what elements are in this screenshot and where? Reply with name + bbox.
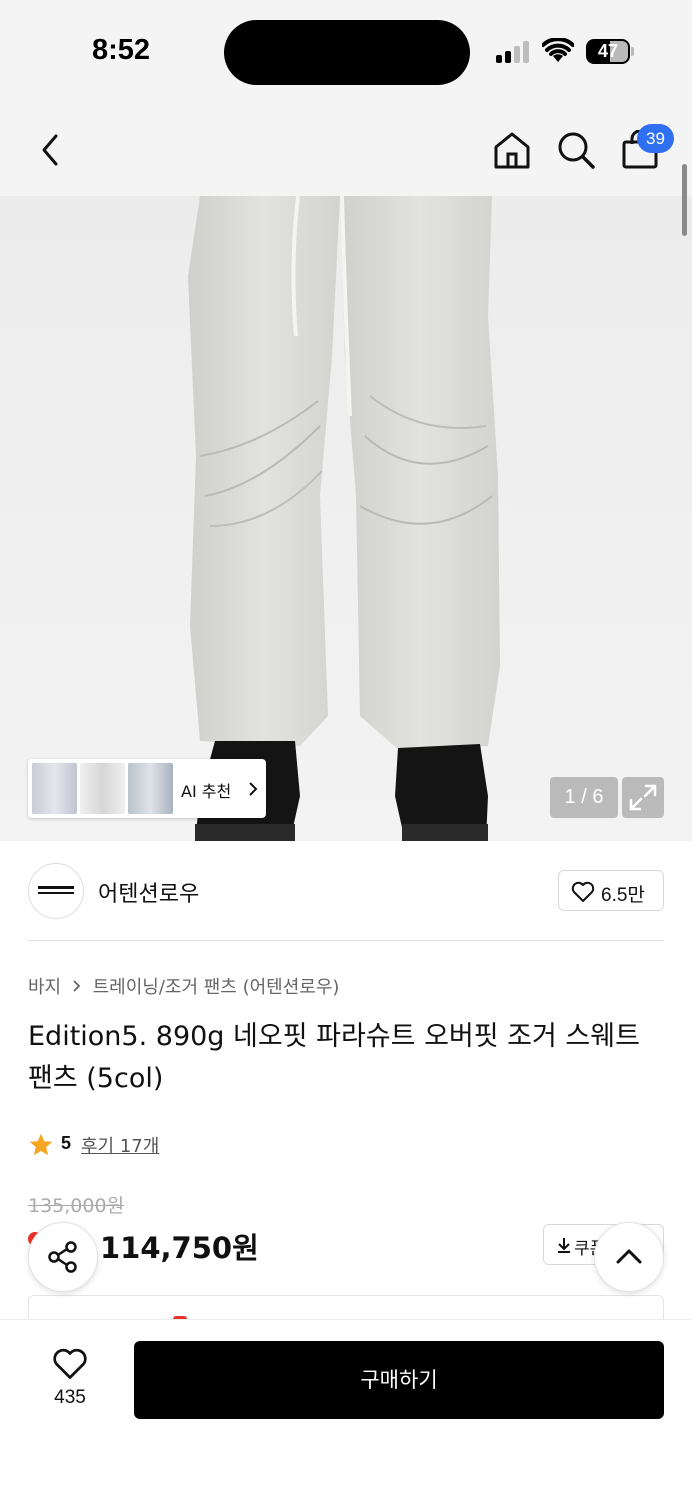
original-price: 135,000원 — [28, 1195, 125, 1217]
wifi-icon — [542, 38, 574, 62]
product-image-gallery[interactable] — [0, 196, 692, 841]
divider — [28, 940, 664, 941]
brand-name[interactable]: 어텐션로우 — [98, 876, 199, 908]
wishlist-count: 435 — [54, 1387, 86, 1408]
reviews-link[interactable]: 후기 17개 — [81, 1132, 159, 1158]
rating-score: 5 — [61, 1133, 72, 1153]
brand-like-button[interactable]: 6.5만 — [558, 870, 664, 911]
thumbnail-3[interactable] — [128, 763, 173, 814]
chevron-right-icon — [73, 980, 81, 992]
buy-button[interactable]: 구매하기 — [134, 1341, 664, 1419]
chevron-right-icon — [249, 782, 258, 796]
scroll-to-top-button[interactable] — [594, 1222, 664, 1292]
product-title: Edition5. 890g 네오핏 파라슈트 오버핏 조거 스웨트 팬츠 (5… — [28, 1021, 640, 1094]
star-icon — [29, 1133, 53, 1156]
sale-price: 114,750원 — [100, 1231, 259, 1265]
thumbnail-2[interactable] — [80, 763, 125, 814]
battery-level: 47 — [597, 41, 619, 61]
status-bar: 8:52 47 — [0, 0, 692, 100]
breadcrumb-item-subcategory[interactable]: 트레이닝/조거 팬츠 (어텐션로우) — [93, 977, 340, 998]
chevron-up-icon — [616, 1249, 642, 1264]
breadcrumb: 바지 트레이닝/조거 팬츠 (어텐션로우) — [28, 973, 339, 999]
brand-like-count: 6.5만 — [601, 885, 645, 906]
wishlist-button[interactable]: 435 — [40, 1345, 100, 1415]
share-button[interactable] — [28, 1222, 98, 1292]
brand-logo-mark — [38, 886, 74, 894]
heart-icon — [571, 881, 595, 902]
heart-icon — [53, 1348, 87, 1379]
cellular-signal-icon — [496, 41, 532, 63]
brand-logo[interactable] — [28, 863, 84, 919]
battery-icon: 47 — [586, 39, 630, 64]
home-icon[interactable] — [492, 130, 532, 170]
status-time: 8:52 — [92, 34, 151, 66]
cart-count-badge: 39 — [637, 124, 674, 153]
dynamic-island — [224, 20, 470, 85]
page-scrollbar[interactable] — [682, 164, 687, 236]
chevron-left-icon[interactable] — [36, 132, 64, 168]
ai-recommend-label: AI 추천 — [181, 782, 232, 801]
breadcrumb-item-category[interactable]: 바지 — [28, 977, 61, 998]
search-icon[interactable] — [556, 130, 596, 170]
share-icon — [48, 1241, 77, 1273]
image-counter: 1 / 6 — [550, 777, 618, 818]
product-photo — [188, 196, 500, 841]
download-icon — [558, 1238, 570, 1253]
expand-button[interactable] — [622, 777, 664, 818]
ai-recommend-button[interactable]: AI 추천 — [28, 759, 266, 818]
expand-icon — [629, 784, 657, 811]
top-nav — [0, 100, 692, 196]
thumbnail-1[interactable] — [32, 763, 77, 814]
